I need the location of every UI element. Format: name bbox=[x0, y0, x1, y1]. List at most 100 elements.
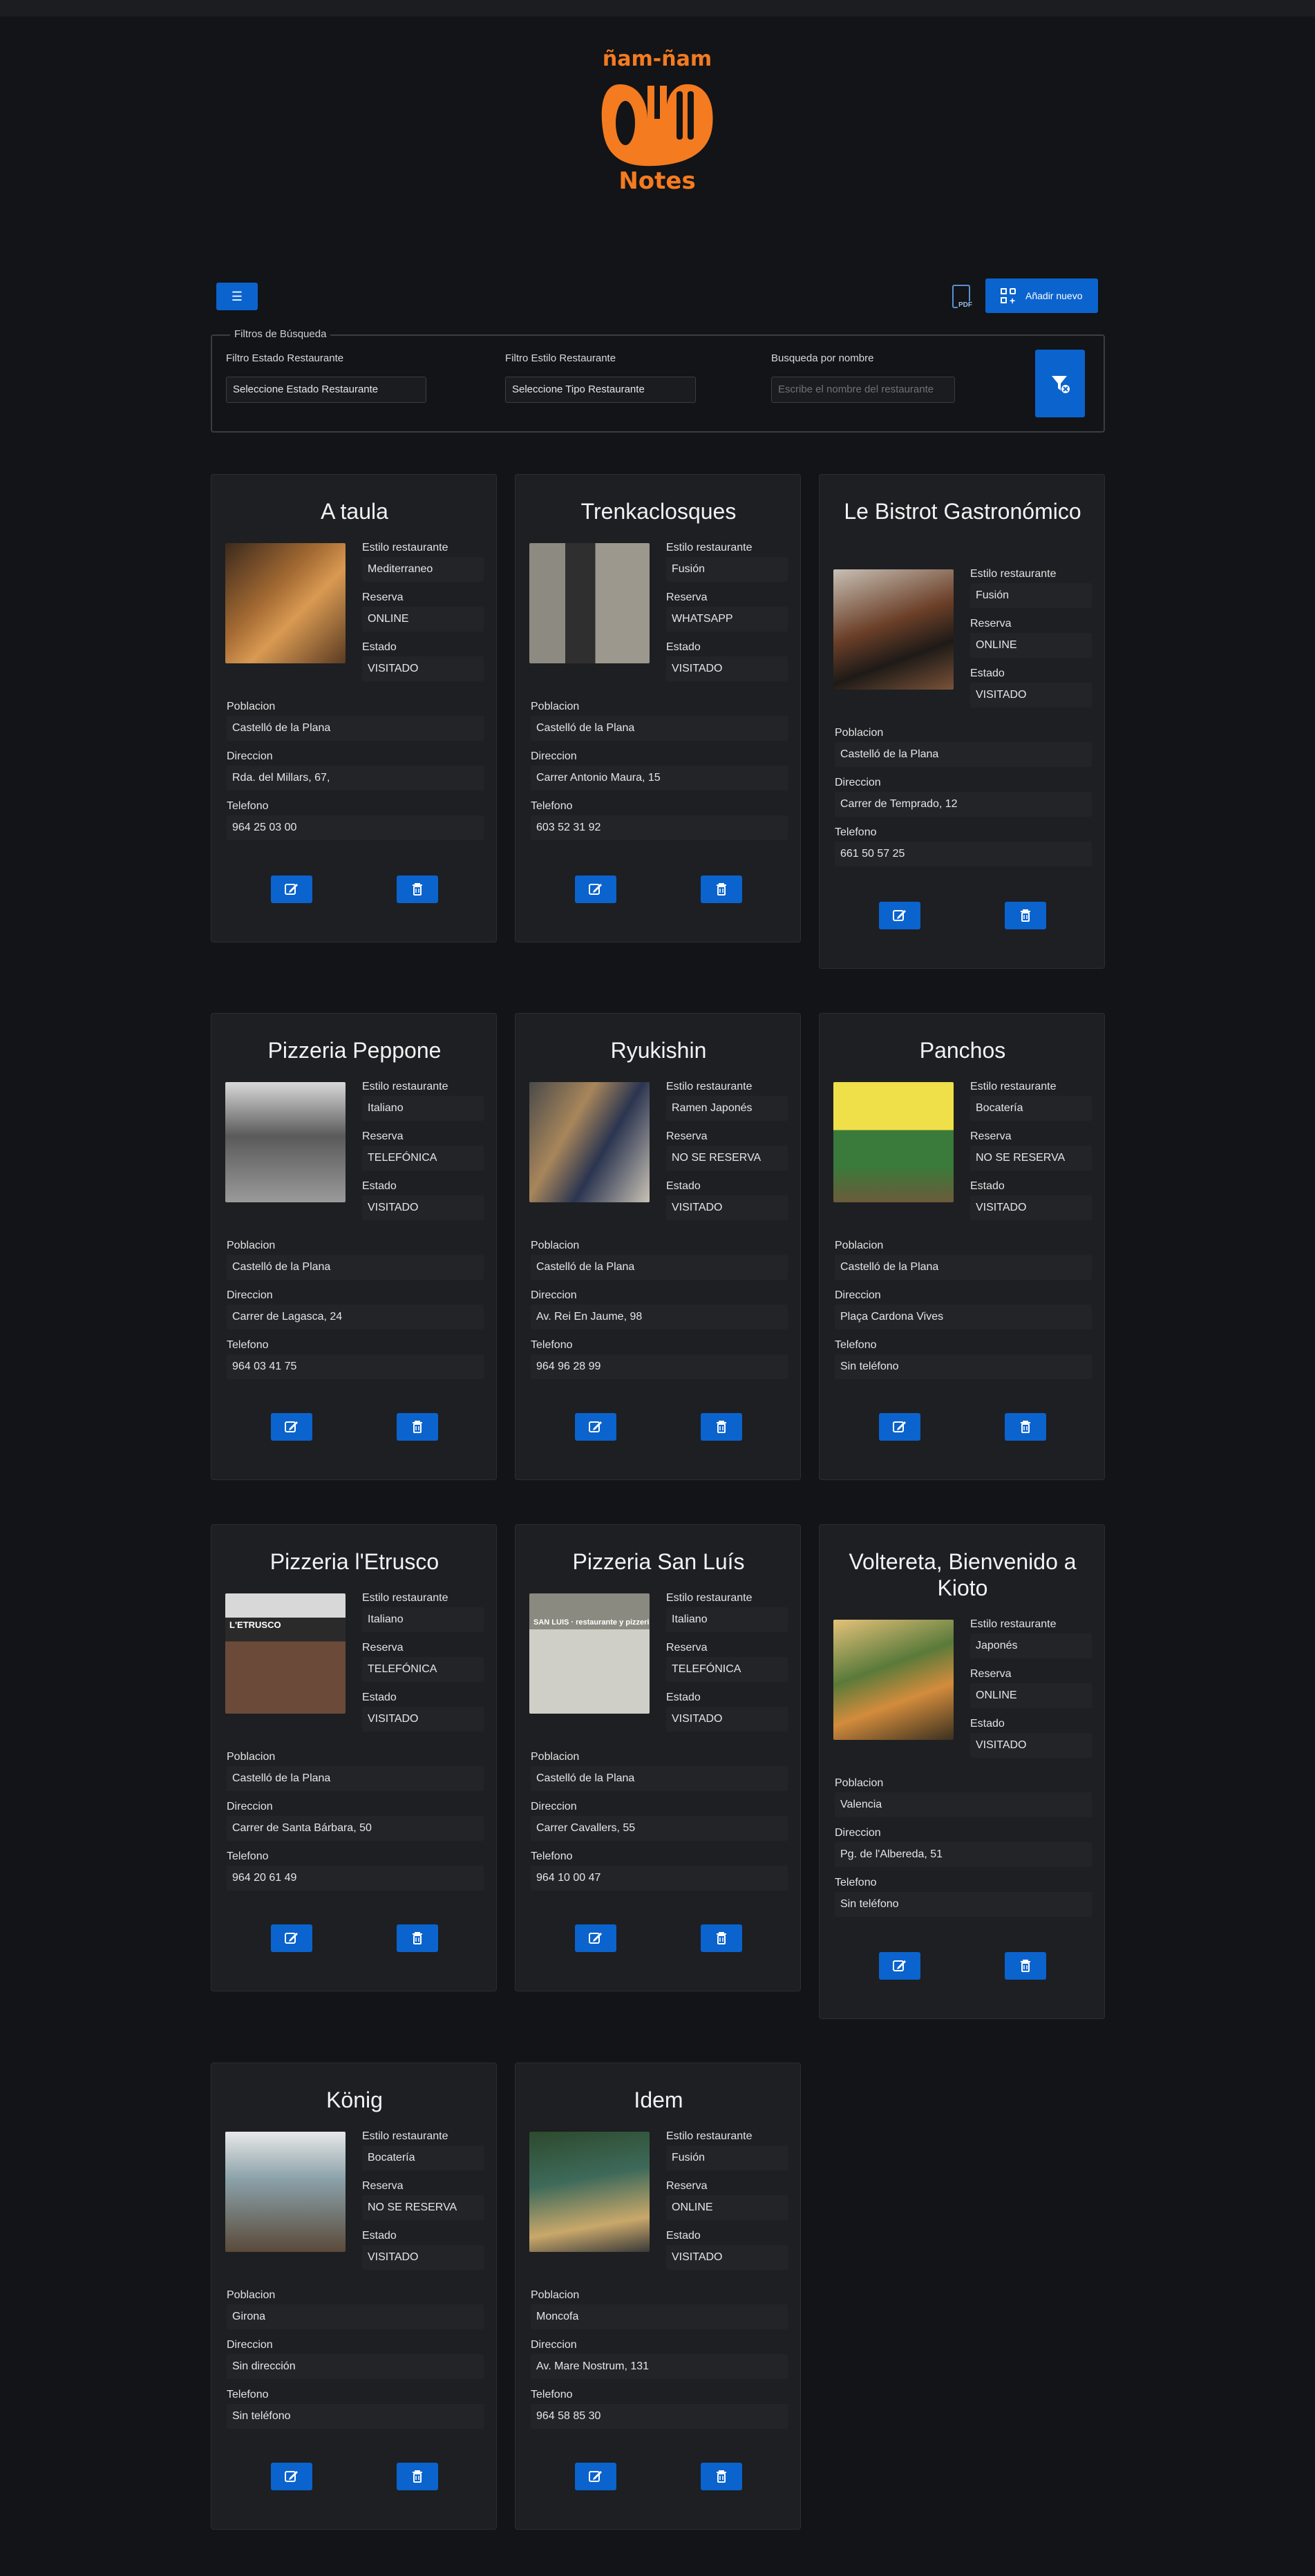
reserva-value: TELEFÓNICA bbox=[362, 1146, 484, 1171]
poblacion-label: Poblacion bbox=[227, 1240, 276, 1251]
reserva-value: NO SE RESERVA bbox=[970, 1146, 1092, 1171]
estilo-label: Estilo restaurante bbox=[362, 542, 448, 553]
restaurant-photo bbox=[833, 1620, 954, 1740]
direccion-label: Direccion bbox=[531, 1801, 577, 1812]
utensils-logo-icon bbox=[601, 84, 713, 167]
edit-icon bbox=[893, 910, 906, 921]
pdf-export-button[interactable]: PDF bbox=[949, 283, 973, 312]
trash-icon bbox=[413, 883, 422, 896]
telefono-value: 661 50 57 25 bbox=[835, 842, 1092, 866]
estado-value: VISITADO bbox=[970, 1733, 1092, 1758]
edit-button[interactable] bbox=[575, 875, 616, 903]
estado-value: VISITADO bbox=[970, 683, 1092, 708]
poblacion-label: Poblacion bbox=[531, 2289, 580, 2301]
menu-button[interactable]: ☰ bbox=[216, 283, 258, 310]
estado-label: Estado bbox=[970, 1180, 1005, 1192]
restaurant-name: Panchos bbox=[919, 1038, 1006, 1063]
estilo-value: Italiano bbox=[362, 1607, 484, 1632]
restaurant-card: König Estilo restaurante Bocatería Reserva N… bbox=[211, 2063, 497, 2530]
delete-button[interactable] bbox=[397, 1413, 438, 1441]
delete-button[interactable] bbox=[397, 2463, 438, 2490]
edit-button[interactable] bbox=[575, 1413, 616, 1441]
direccion-value: Carrer de Temprado, 12 bbox=[835, 792, 1092, 817]
delete-button[interactable] bbox=[1005, 1413, 1046, 1441]
estilo-value: Bocatería bbox=[970, 1096, 1092, 1121]
edit-icon bbox=[589, 884, 602, 895]
telefono-value: 603 52 31 92 bbox=[531, 815, 788, 840]
top-bar bbox=[0, 0, 1315, 17]
direccion-value: Sin dirección bbox=[227, 2354, 484, 2379]
estilo-filter-select[interactable]: Seleccione Tipo Restaurante bbox=[505, 377, 696, 403]
edit-button[interactable] bbox=[879, 1952, 920, 1980]
add-new-button[interactable]: + Añadir nuevo bbox=[985, 278, 1098, 313]
direccion-label: Direccion bbox=[227, 1289, 273, 1301]
telefono-value: Sin teléfono bbox=[835, 1354, 1092, 1379]
poblacion-value: Castelló de la Plana bbox=[835, 742, 1092, 767]
restaurant-name: Voltereta, Bienvenido a Kioto bbox=[849, 1549, 1077, 1600]
edit-button[interactable] bbox=[271, 2463, 312, 2490]
restaurant-name: Pizzeria Peppone bbox=[267, 1038, 442, 1063]
direccion-value: Carrer de Lagasca, 24 bbox=[227, 1305, 484, 1329]
reserva-value: TELEFÓNICA bbox=[362, 1657, 484, 1682]
delete-button[interactable] bbox=[1005, 1952, 1046, 1980]
name-search-input[interactable]: Escribe el nombre del restaurante bbox=[771, 377, 955, 403]
trash-icon bbox=[413, 1421, 422, 1433]
reserva-value: ONLINE bbox=[362, 607, 484, 632]
estilo-label: Estilo restaurante bbox=[970, 1618, 1057, 1630]
estado-value: VISITADO bbox=[666, 656, 788, 681]
edit-button[interactable] bbox=[575, 1924, 616, 1952]
name-search-label: Busqueda por nombre bbox=[771, 352, 874, 364]
direccion-value: Av. Mare Nostrum, 131 bbox=[531, 2354, 788, 2379]
restaurant-photo bbox=[529, 1082, 650, 1202]
poblacion-value: Castelló de la Plana bbox=[227, 1255, 484, 1280]
edit-icon bbox=[893, 1960, 906, 1971]
restaurant-photo bbox=[833, 1082, 954, 1202]
delete-button[interactable] bbox=[397, 1924, 438, 1952]
delete-button[interactable] bbox=[701, 1924, 742, 1952]
trash-icon bbox=[717, 883, 726, 896]
estado-value: VISITADO bbox=[362, 1195, 484, 1220]
estado-value: VISITADO bbox=[970, 1195, 1092, 1220]
estilo-value: Bocatería bbox=[362, 2146, 484, 2170]
restaurant-card: Voltereta, Bienvenido a Kioto Estilo rest… bbox=[819, 1524, 1105, 2019]
restaurant-photo bbox=[529, 2132, 650, 2252]
edit-button[interactable] bbox=[879, 902, 920, 929]
direccion-value: Carrer de Santa Bárbara, 50 bbox=[227, 1816, 484, 1841]
estado-filter-select[interactable]: Seleccione Estado Restaurante bbox=[226, 377, 426, 403]
restaurant-photo bbox=[225, 2132, 346, 2252]
delete-button[interactable] bbox=[701, 1413, 742, 1441]
delete-button[interactable] bbox=[701, 875, 742, 903]
telefono-label: Telefono bbox=[531, 1850, 573, 1862]
poblacion-label: Poblacion bbox=[531, 701, 580, 712]
apply-filter-button[interactable] bbox=[1035, 350, 1085, 417]
edit-button[interactable] bbox=[271, 1413, 312, 1441]
estado-value: VISITADO bbox=[666, 1707, 788, 1732]
restaurant-card: A taula Estilo restaurante Mediterraneo Res… bbox=[211, 474, 497, 943]
reserva-value: ONLINE bbox=[970, 633, 1092, 658]
edit-button[interactable] bbox=[271, 875, 312, 903]
telefono-label: Telefono bbox=[227, 1850, 269, 1862]
edit-button[interactable] bbox=[879, 1413, 920, 1441]
telefono-label: Telefono bbox=[227, 1339, 269, 1351]
delete-button[interactable] bbox=[1005, 902, 1046, 929]
edit-button[interactable] bbox=[271, 1924, 312, 1952]
edit-button[interactable] bbox=[575, 2463, 616, 2490]
trash-icon bbox=[413, 1932, 422, 1944]
reserva-label: Reserva bbox=[970, 618, 1012, 629]
estilo-value: Fusión bbox=[666, 2146, 788, 2170]
edit-icon bbox=[285, 884, 298, 895]
estado-label: Estado bbox=[666, 641, 701, 653]
shop-sign-text: L'ETRUSCO bbox=[229, 1620, 281, 1630]
reserva-label: Reserva bbox=[362, 1130, 404, 1142]
poblacion-label: Poblacion bbox=[531, 1751, 580, 1763]
delete-button[interactable] bbox=[397, 875, 438, 903]
direccion-value: Av. Rei En Jaume, 98 bbox=[531, 1305, 788, 1329]
poblacion-value: Castelló de la Plana bbox=[227, 716, 484, 741]
estilo-label: Estilo restaurante bbox=[970, 1081, 1057, 1092]
reserva-value: WHATSAPP bbox=[666, 607, 788, 632]
reserva-label: Reserva bbox=[362, 1642, 404, 1654]
filters-legend: Filtros de Búsqueda bbox=[230, 328, 331, 340]
poblacion-value: Moncofa bbox=[531, 2304, 788, 2329]
estado-value: VISITADO bbox=[666, 1195, 788, 1220]
delete-button[interactable] bbox=[701, 2463, 742, 2490]
